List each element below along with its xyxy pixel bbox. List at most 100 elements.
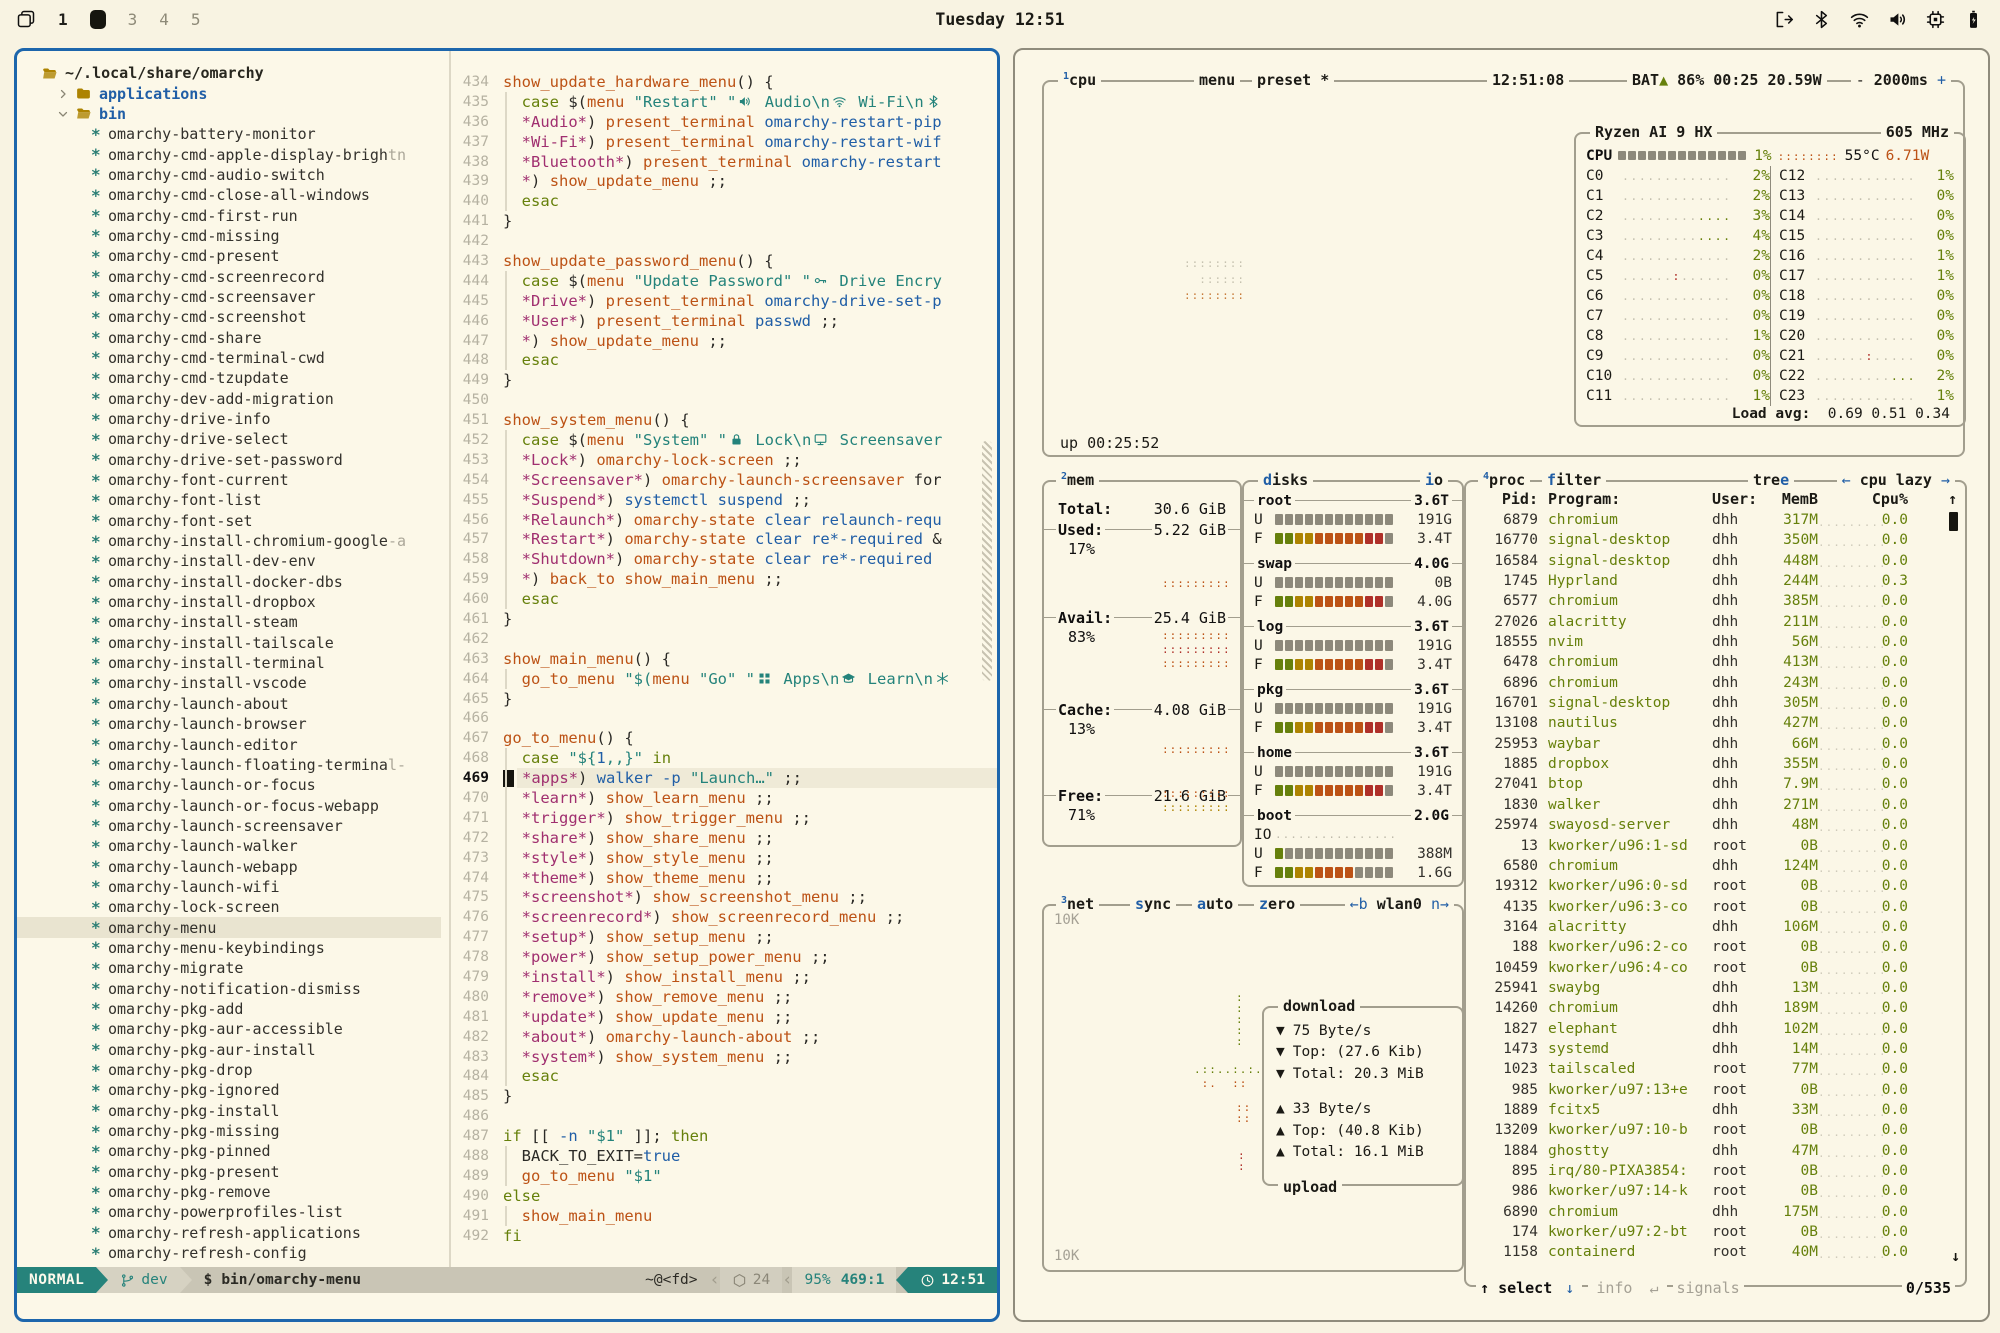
proc-row-19312[interactable]: 19312kworker/u96:0-sdroot0B.........0.0 bbox=[1466, 878, 1965, 898]
proc-row-1884[interactable]: 1884ghosttydhh47M.........0.0 bbox=[1466, 1143, 1965, 1163]
code-line-483[interactable]: 483 *system*) show_system_menu ;; bbox=[451, 1047, 997, 1067]
code-line-437[interactable]: 437 *Wi-Fi*) present_terminal omarchy-re… bbox=[451, 132, 997, 152]
proc-row-1473[interactable]: 1473systemddhh14M.........0.0 bbox=[1466, 1041, 1965, 1061]
proc-row-1827[interactable]: 1827elephantdhh102M.........0.0 bbox=[1466, 1021, 1965, 1041]
proc-row-13[interactable]: 13kworker/u96:1-sdroot0B.........0.0 bbox=[1466, 838, 1965, 858]
proc-row-27026[interactable]: 27026alacrittydhh211M.........0.0 bbox=[1466, 614, 1965, 634]
tree-file-omarchy-cmd-missing[interactable]: *omarchy-cmd-missing bbox=[17, 226, 441, 246]
proc-row-1830[interactable]: 1830walkerdhh271M.........0.0 bbox=[1466, 797, 1965, 817]
tree-file-omarchy-launch-about[interactable]: *omarchy-launch-about bbox=[17, 694, 441, 714]
tree-file-omarchy-pkg-aur-install[interactable]: *omarchy-pkg-aur-install bbox=[17, 1040, 441, 1060]
io-toggle[interactable]: io bbox=[1420, 471, 1448, 489]
tree-file-omarchy-dev-add-migration[interactable]: *omarchy-dev-add-migration bbox=[17, 389, 441, 409]
code-line-471[interactable]: 471 *trigger*) show_trigger_menu ;; bbox=[451, 808, 997, 828]
tree-file-omarchy-powerprofiles-list[interactable]: *omarchy-powerprofiles-list bbox=[17, 1202, 441, 1222]
chip-icon[interactable] bbox=[1925, 9, 1946, 30]
proc-row-4135[interactable]: 4135kworker/u96:3-coroot0B.........0.0 bbox=[1466, 899, 1965, 919]
code-line-487[interactable]: 487if [[ -n "$1" ]]; then bbox=[451, 1126, 997, 1146]
code-line-435[interactable]: 435 case $(menu "Restart" " Audio\n Wi-F… bbox=[451, 92, 997, 112]
tree-file-omarchy-launch-floating-termina[interactable]: *omarchy-launch-floating-terminal- bbox=[17, 755, 441, 775]
proc-row-27041[interactable]: 27041btopdhh7.9M.........0.0 bbox=[1466, 776, 1965, 796]
proc-tree-toggle[interactable]: tree bbox=[1748, 471, 1794, 489]
tree-file-omarchy-menu-keybindings[interactable]: *omarchy-menu-keybindings bbox=[17, 938, 441, 958]
proc-row-16770[interactable]: 16770signal-desktopdhh350M.........0.0 bbox=[1466, 532, 1965, 552]
proc-row-16701[interactable]: 16701signal-desktopdhh305M.........0.0 bbox=[1466, 695, 1965, 715]
tree-file-omarchy-font-list[interactable]: *omarchy-font-list bbox=[17, 490, 441, 510]
proc-row-985[interactable]: 985kworker/u97:13+eroot0B.........0.0 bbox=[1466, 1082, 1965, 1102]
code-line-451[interactable]: 451show_system_menu() { bbox=[451, 410, 997, 430]
code-line-436[interactable]: 436 *Audio*) present_terminal omarchy-re… bbox=[451, 112, 997, 132]
proc-row-188[interactable]: 188kworker/u96:2-coroot0B.........0.0 bbox=[1466, 939, 1965, 959]
tree-dir-applications[interactable]: applications bbox=[17, 83, 441, 103]
net-interface[interactable]: ←b wlan0 n→ bbox=[1345, 895, 1454, 913]
tree-file-omarchy-pkg-remove[interactable]: *omarchy-pkg-remove bbox=[17, 1182, 441, 1202]
proc-row-6577[interactable]: 6577chromiumdhh385M.........0.0 bbox=[1466, 593, 1965, 613]
code-line-450[interactable]: 450 bbox=[451, 390, 997, 410]
code-line-440[interactable]: 440 esac bbox=[451, 191, 997, 211]
net-panel-title[interactable]: 3net bbox=[1056, 895, 1099, 913]
proc-scrollbar-thumb[interactable] bbox=[1949, 512, 1958, 531]
proc-select-hint[interactable]: ↑ select ↓ bbox=[1476, 1279, 1582, 1297]
code-line-458[interactable]: 458 *Shutdown*) omarchy-state clear re*-… bbox=[451, 549, 997, 569]
tree-file-omarchy-cmd-tzupdate[interactable]: *omarchy-cmd-tzupdate bbox=[17, 368, 441, 388]
tree-file-omarchy-launch-or-focus-webapp[interactable]: *omarchy-launch-or-focus-webapp bbox=[17, 795, 441, 815]
tree-file-omarchy-migrate[interactable]: *omarchy-migrate bbox=[17, 958, 441, 978]
proc-row-10459[interactable]: 10459kworker/u96:4-coroot0B.........0.0 bbox=[1466, 960, 1965, 980]
tree-file-omarchy-cmd-share[interactable]: *omarchy-cmd-share bbox=[17, 327, 441, 347]
proc-row-16584[interactable]: 16584signal-desktopdhh448M.........0.0 bbox=[1466, 553, 1965, 573]
code-line-443[interactable]: 443show_update_password_menu() { bbox=[451, 251, 997, 271]
code-line-479[interactable]: 479 *install*) show_install_menu ;; bbox=[451, 967, 997, 987]
volume-icon[interactable] bbox=[1887, 9, 1908, 30]
tree-file-omarchy-refresh-applications[interactable]: *omarchy-refresh-applications bbox=[17, 1223, 441, 1243]
code-line-478[interactable]: 478 *power*) show_setup_power_menu ;; bbox=[451, 947, 997, 967]
tree-file-omarchy-pkg-drop[interactable]: *omarchy-pkg-drop bbox=[17, 1060, 441, 1080]
proc-row-3164[interactable]: 3164alacrittydhh106M.........0.0 bbox=[1466, 919, 1965, 939]
code-line-457[interactable]: 457 *Restart*) omarchy-state clear re*-r… bbox=[451, 529, 997, 549]
proc-row-25974[interactable]: 25974swayosd-serverdhh48M.........0.0 bbox=[1466, 817, 1965, 837]
code-line-465[interactable]: 465} bbox=[451, 689, 997, 709]
code-line-491[interactable]: 491 show_main_menu bbox=[451, 1206, 997, 1226]
tree-file-omarchy-launch-wifi[interactable]: *omarchy-launch-wifi bbox=[17, 877, 441, 897]
tree-file-omarchy-refresh-config[interactable]: *omarchy-refresh-config bbox=[17, 1243, 441, 1263]
tree-file-omarchy-font-set[interactable]: *omarchy-font-set bbox=[17, 511, 441, 531]
tree-file-omarchy-cmd-present[interactable]: *omarchy-cmd-present bbox=[17, 246, 441, 266]
tree-file-omarchy-notification-dismiss[interactable]: *omarchy-notification-dismiss bbox=[17, 978, 441, 998]
mem-panel-title[interactable]: 2mem bbox=[1056, 471, 1099, 489]
tree-file-omarchy-pkg-install[interactable]: *omarchy-pkg-install bbox=[17, 1101, 441, 1121]
code-line-486[interactable]: 486 bbox=[451, 1106, 997, 1126]
tree-file-omarchy-pkg-present[interactable]: *omarchy-pkg-present bbox=[17, 1162, 441, 1182]
logout-icon[interactable] bbox=[1773, 9, 1794, 30]
tree-file-omarchy-launch-walker[interactable]: *omarchy-launch-walker bbox=[17, 836, 441, 856]
proc-row-174[interactable]: 174kworker/u97:2-btroot0B.........0.0 bbox=[1466, 1224, 1965, 1244]
net-auto-toggle[interactable]: auto bbox=[1192, 895, 1238, 913]
tree-file-omarchy-drive-info[interactable]: *omarchy-drive-info bbox=[17, 409, 441, 429]
code-line-485[interactable]: 485} bbox=[451, 1086, 997, 1106]
code-line-461[interactable]: 461} bbox=[451, 609, 997, 629]
tree-file-omarchy-pkg-add[interactable]: *omarchy-pkg-add bbox=[17, 999, 441, 1019]
proc-info-hint[interactable]: info ↵ bbox=[1588, 1279, 1666, 1297]
tree-file-omarchy-cmd-apple-display-brigh[interactable]: *omarchy-cmd-apple-display-brightn bbox=[17, 144, 441, 164]
tree-root[interactable]: ~/.local/share/omarchy bbox=[17, 63, 441, 83]
code-line-448[interactable]: 448 esac bbox=[451, 350, 997, 370]
menu-button[interactable]: menu bbox=[1194, 71, 1240, 89]
code-line-482[interactable]: 482 *about*) omarchy-launch-about ;; bbox=[451, 1027, 997, 1047]
tree-file-omarchy-pkg-ignored[interactable]: *omarchy-pkg-ignored bbox=[17, 1080, 441, 1100]
code-line-464[interactable]: 464 go_to_menu "$(menu "Go" " Apps\n Lea… bbox=[451, 669, 997, 689]
proc-row-986[interactable]: 986kworker/u97:14-kroot0B.........0.0 bbox=[1466, 1183, 1965, 1203]
proc-row-6896[interactable]: 6896chromiumdhh243M.........0.0 bbox=[1466, 675, 1965, 695]
proc-row-6478[interactable]: 6478chromiumdhh413M.........0.0 bbox=[1466, 654, 1965, 674]
tree-file-omarchy-drive-select[interactable]: *omarchy-drive-select bbox=[17, 429, 441, 449]
tree-file-omarchy-launch-webapp[interactable]: *omarchy-launch-webapp bbox=[17, 856, 441, 876]
tree-file-omarchy-install-terminal[interactable]: *omarchy-install-terminal bbox=[17, 653, 441, 673]
code-line-480[interactable]: 480 *remove*) show_remove_menu ;; bbox=[451, 987, 997, 1007]
tree-file-omarchy-drive-set-password[interactable]: *omarchy-drive-set-password bbox=[17, 450, 441, 470]
tree-file-omarchy-cmd-first-run[interactable]: *omarchy-cmd-first-run bbox=[17, 205, 441, 225]
code-line-445[interactable]: 445 *Drive*) present_terminal omarchy-dr… bbox=[451, 291, 997, 311]
code-line-473[interactable]: 473 *style*) show_style_menu ;; bbox=[451, 848, 997, 868]
code-line-442[interactable]: 442 bbox=[451, 231, 997, 251]
code-line-449[interactable]: 449} bbox=[451, 370, 997, 390]
proc-row-1158[interactable]: 1158containerdroot40M.........0.0 bbox=[1466, 1244, 1965, 1264]
tree-file-omarchy-launch-or-focus[interactable]: *omarchy-launch-or-focus bbox=[17, 775, 441, 795]
code-line-439[interactable]: 439 *) show_update_menu ;; bbox=[451, 171, 997, 191]
proc-row-1885[interactable]: 1885dropboxdhh355M.........0.0 bbox=[1466, 756, 1965, 776]
